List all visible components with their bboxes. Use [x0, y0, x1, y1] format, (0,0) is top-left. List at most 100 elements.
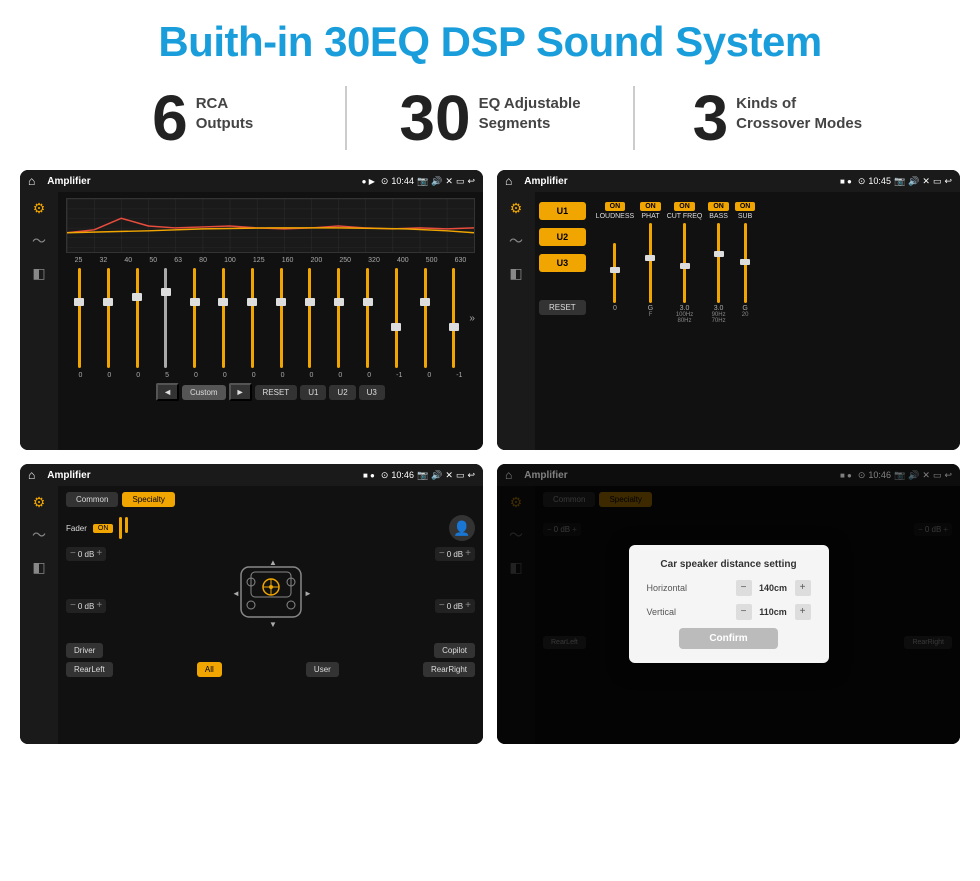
crossover-u2-button[interactable]: U2 — [539, 228, 586, 246]
eq-sidebar-wave-icon[interactable]: 〜 — [32, 231, 46, 251]
channel-loudness: ON LOUDNESS 0 — [596, 202, 635, 440]
stats-row: 6 RCAOutputs 30 EQ AdjustableSegments 3 … — [0, 76, 980, 164]
eq-more-icon[interactable]: » — [469, 313, 475, 324]
dialog-horizontal-minus[interactable]: − — [736, 580, 752, 596]
confirm-button[interactable]: Confirm — [679, 628, 777, 649]
rear-right-button[interactable]: RearRight — [423, 662, 475, 677]
db-minus-br[interactable]: − — [439, 601, 445, 611]
dialog-vertical-minus[interactable]: − — [736, 604, 752, 620]
fader-sidebar-eq-icon[interactable]: ⚙ — [33, 494, 46, 511]
eq-next-button[interactable]: ► — [229, 383, 252, 401]
eq-slider-8[interactable] — [268, 268, 295, 368]
fader-home-icon[interactable]: ⌂ — [28, 468, 35, 482]
phat-slider[interactable] — [649, 223, 652, 303]
crossover-home-icon[interactable]: ⌂ — [505, 174, 512, 188]
eq-slider-5[interactable] — [181, 268, 208, 368]
eq-u2-button[interactable]: U2 — [329, 385, 355, 400]
location-icon: ⊙ — [381, 176, 389, 187]
stat-text-rca: RCAOutputs — [196, 86, 254, 133]
eq-screen-content: ⚙ 〜 ◧ — [20, 192, 483, 450]
eq-slider-10[interactable] — [325, 268, 352, 368]
dialog-horizontal-plus[interactable]: + — [795, 580, 811, 596]
fader-close-icon[interactable]: ✕ — [445, 470, 453, 481]
crossover-close-icon[interactable]: ✕ — [922, 176, 930, 187]
crossover-back-icon[interactable]: ↩ — [944, 176, 952, 187]
eq-custom-button[interactable]: Custom — [182, 385, 226, 400]
fader-tab-common[interactable]: Common — [66, 492, 118, 507]
sub-on-button[interactable]: ON — [735, 202, 756, 211]
crossover-sidebar-speaker-icon[interactable]: ◧ — [509, 265, 522, 282]
fader-tab-specialty[interactable]: Specialty — [122, 492, 174, 507]
bass-slider[interactable] — [717, 223, 720, 303]
user-button[interactable]: User — [306, 662, 339, 677]
loudness-on-button[interactable]: ON — [605, 202, 626, 211]
back-icon[interactable]: ↩ — [467, 176, 475, 187]
eq-u1-button[interactable]: U1 — [300, 385, 326, 400]
fader-on-button[interactable]: ON — [93, 524, 114, 533]
copilot-button[interactable]: Copilot — [434, 643, 475, 658]
screenshots-grid: ⌂ Amplifier ● ▶ ⊙ 10:44 📷 🔊 ✕ ▭ ↩ ⚙ 〜 ◧ — [0, 164, 980, 754]
eq-status-icons: ⊙ 10:44 📷 🔊 ✕ ▭ ↩ — [381, 176, 475, 187]
crossover-main-area: U1 U2 U3 RESET ON LOUDNESS — [535, 192, 960, 450]
eq-slider-13[interactable] — [412, 268, 439, 368]
all-button[interactable]: All — [197, 662, 222, 677]
db-plus-br[interactable]: + — [465, 601, 471, 611]
dialog-vertical-row: Vertical − 110cm + — [647, 604, 811, 620]
driver-button[interactable]: Driver — [66, 643, 103, 658]
db-plus-tr[interactable]: + — [465, 549, 471, 559]
home-icon[interactable]: ⌂ — [28, 174, 35, 188]
crossover-status-bar: ⌂ Amplifier ■ ● ⊙ 10:45 📷 🔊 ✕ ▭ ↩ — [497, 170, 960, 192]
eq-slider-2[interactable] — [95, 268, 122, 368]
eq-slider-11[interactable] — [354, 268, 381, 368]
crossover-volume-icon: 🔊 — [908, 176, 919, 187]
cutfreq-on-button[interactable]: ON — [674, 202, 695, 211]
bass-on-button[interactable]: ON — [708, 202, 729, 211]
db-control-tr: − 0 dB + — [435, 547, 475, 561]
eq-prev-button[interactable]: ◄ — [156, 383, 179, 401]
channel-phat: ON PHAT G F — [640, 202, 661, 440]
fader-sidebar-speaker-icon[interactable]: ◧ — [32, 559, 45, 576]
eq-u3-button[interactable]: U3 — [359, 385, 385, 400]
loudness-slider[interactable] — [613, 243, 616, 303]
phat-label: PHAT — [641, 213, 659, 220]
eq-slider-4[interactable] — [152, 268, 179, 368]
eq-sidebar-eq-icon[interactable]: ⚙ — [33, 200, 46, 217]
crossover-u1-button[interactable]: U1 — [539, 202, 586, 220]
eq-sidebar-speaker-icon[interactable]: ◧ — [32, 265, 45, 282]
eq-slider-14[interactable] — [441, 268, 468, 368]
db-minus-tr[interactable]: − — [439, 549, 445, 559]
fader-profile-icon[interactable]: 👤 — [449, 515, 475, 541]
eq-slider-9[interactable] — [297, 268, 324, 368]
stat-number-rca: 6 — [152, 86, 188, 150]
phat-on-button[interactable]: ON — [640, 202, 661, 211]
eq-slider-12[interactable] — [383, 268, 410, 368]
cutfreq-slider[interactable] — [683, 223, 686, 303]
fader-status-bar: ⌂ Amplifier ■ ● ⊙ 10:46 📷 🔊 ✕ ▭ ↩ — [20, 464, 483, 486]
fader-back-icon[interactable]: ↩ — [467, 470, 475, 481]
sub-slider[interactable] — [744, 223, 747, 303]
crossover-u3-button[interactable]: U3 — [539, 254, 586, 272]
crossover-sidebar-wave-icon[interactable]: 〜 — [509, 231, 523, 251]
fader-mini-slider-2[interactable] — [125, 517, 128, 533]
rear-left-button[interactable]: RearLeft — [66, 662, 113, 677]
fader-mini-slider-1[interactable] — [119, 517, 122, 539]
crossover-reset-button[interactable]: RESET — [539, 300, 586, 315]
fader-dot-icons: ■ ● — [363, 471, 375, 480]
eq-slider-6[interactable] — [210, 268, 237, 368]
eq-slider-3[interactable] — [124, 268, 151, 368]
dialog-vertical-plus[interactable]: + — [795, 604, 811, 620]
db-minus-tl[interactable]: − — [70, 549, 76, 559]
fader-sidebar-wave-icon[interactable]: 〜 — [32, 525, 46, 545]
db-plus-tl[interactable]: + — [96, 549, 102, 559]
db-minus-bl[interactable]: − — [70, 601, 76, 611]
cutfreq-label: CUT FREQ — [667, 213, 703, 220]
crossover-sidebar-eq-icon[interactable]: ⚙ — [510, 200, 523, 217]
db-value-tl: 0 dB — [78, 550, 94, 559]
close-icon[interactable]: ✕ — [445, 176, 453, 187]
crossover-app-name: Amplifier — [524, 176, 834, 187]
eq-reset-button[interactable]: RESET — [255, 385, 298, 400]
dialog-screen-card: ⌂ Amplifier ■ ● ⊙ 10:46 📷 🔊 ✕ ▭ ↩ ⚙ 〜 ◧ — [497, 464, 960, 744]
db-plus-bl[interactable]: + — [96, 601, 102, 611]
eq-slider-1[interactable] — [66, 268, 93, 368]
eq-slider-7[interactable] — [239, 268, 266, 368]
